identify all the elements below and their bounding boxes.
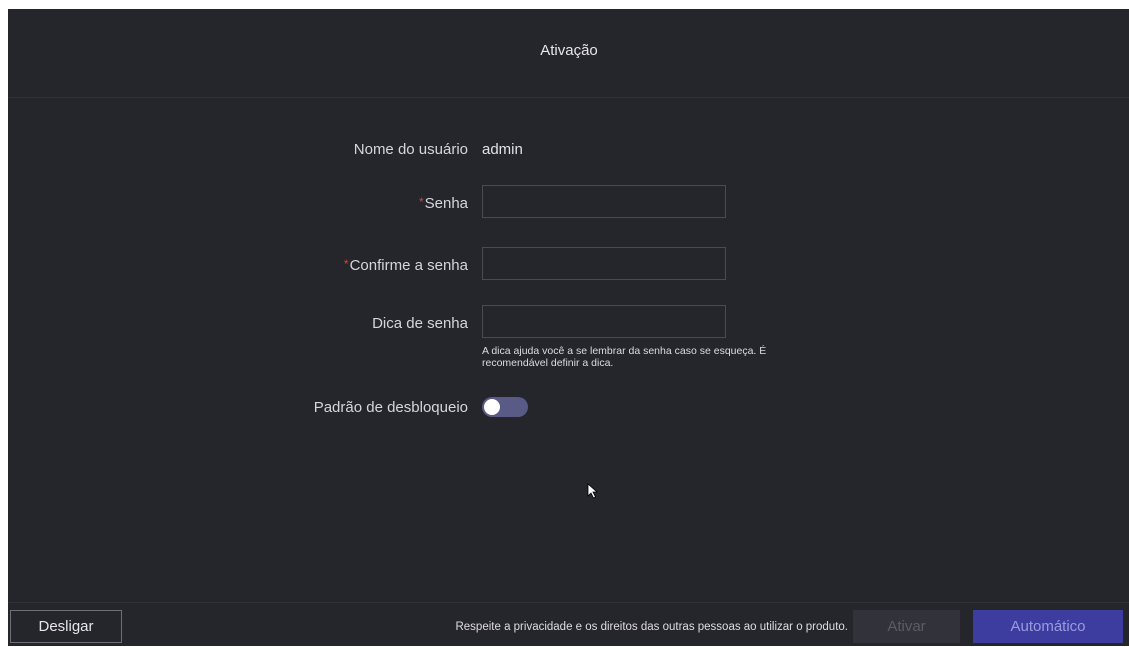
automatic-button[interactable]: Automático <box>973 610 1123 643</box>
hint-help-text: A dica ajuda você a se lembrar da senha … <box>482 345 882 369</box>
password-input[interactable] <box>482 185 726 218</box>
required-mark: * <box>343 257 349 271</box>
confirm-label-wrap: *Confirme a senha <box>68 257 468 274</box>
toggle-knob <box>484 399 500 415</box>
password-label: Senha <box>424 195 468 212</box>
unlock-pattern-toggle[interactable] <box>482 397 528 417</box>
hint-help-line-1: A dica ajuda você a se lembrar da senha … <box>482 345 767 357</box>
password-label-wrap: *Senha <box>68 195 468 212</box>
password-hint-label: Dica de senha <box>372 315 468 332</box>
username-value: admin <box>482 141 523 158</box>
activation-screen: Ativação Nome do usuário admin *Senha *C… <box>8 9 1129 646</box>
privacy-notice: Respeite a privacidade e os direitos das… <box>455 621 848 633</box>
footer-bar: Desligar Respeite a privacidade e os dir… <box>8 602 1129 647</box>
unlock-pattern-label: Padrão de desbloqueio <box>313 399 468 416</box>
mouse-pointer-icon <box>587 483 599 504</box>
confirm-password-label: Confirme a senha <box>349 257 468 274</box>
required-mark: * <box>418 195 424 209</box>
hint-help-line-2: recomendável definir a dica. <box>482 357 614 369</box>
password-hint-input[interactable] <box>482 305 726 338</box>
shutdown-button[interactable]: Desligar <box>10 610 122 643</box>
page-title: Ativação <box>540 41 598 59</box>
confirm-password-input[interactable] <box>482 247 726 280</box>
username-label: Nome do usuário <box>353 141 468 158</box>
title-bar: Ativação <box>8 9 1129 98</box>
activate-button[interactable]: Ativar <box>853 610 960 643</box>
